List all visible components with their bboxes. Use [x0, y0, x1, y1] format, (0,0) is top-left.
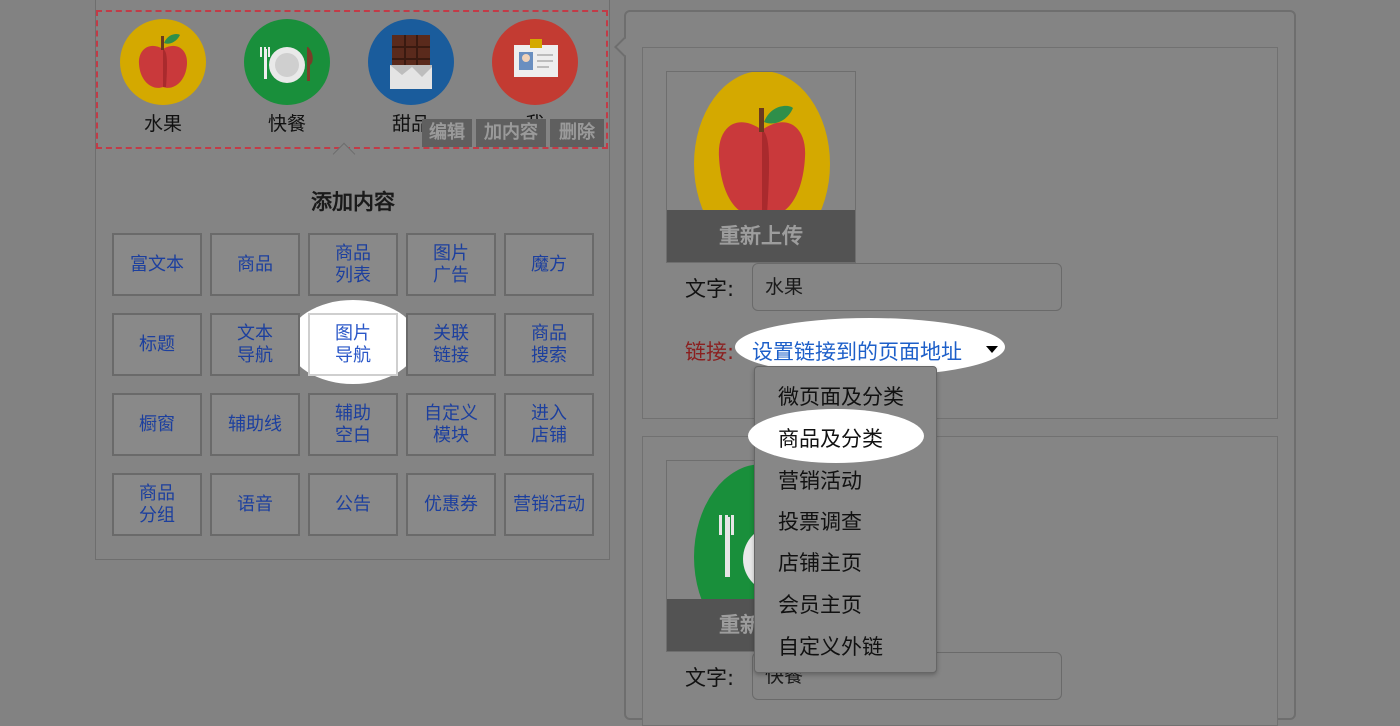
- button-label: 商品 搜索: [531, 322, 567, 366]
- add-blank-space-button[interactable]: 辅助 空白: [308, 393, 398, 456]
- button-label: 关联 链接: [433, 322, 469, 366]
- add-content-title: 添加内容: [311, 190, 395, 214]
- link-options-list: 微页面及分类 商品及分类 营销活动 投票调查 店铺主页 会员主页 自定义外链: [754, 366, 937, 673]
- menu-item-member-home[interactable]: 会员主页: [778, 589, 862, 619]
- add-heading-button[interactable]: 标题: [112, 313, 202, 376]
- edit-button[interactable]: 编辑: [422, 119, 472, 147]
- button-label: 图片 广告: [433, 242, 469, 286]
- nav-item-label: 快餐: [267, 113, 306, 135]
- apple-icon: [120, 19, 206, 105]
- button-label: 文本 导航: [237, 322, 273, 366]
- add-showcase-button[interactable]: 橱窗: [112, 393, 202, 456]
- id-badge-icon: [492, 19, 578, 105]
- button-label: 优惠券: [424, 493, 478, 515]
- menu-item-goods-category[interactable]: 商品及分类: [778, 423, 883, 453]
- text-field-label: 文字:: [685, 277, 735, 301]
- button-label: 公告: [335, 493, 371, 515]
- add-goods-search-button[interactable]: 商品 搜索: [504, 313, 594, 376]
- add-content-button[interactable]: 加内容: [476, 119, 546, 147]
- add-marketing-button[interactable]: 营销活动: [504, 473, 594, 536]
- nav-item-label: 水果: [143, 113, 182, 135]
- add-coupon-button[interactable]: 优惠券: [406, 473, 496, 536]
- add-image-nav-button[interactable]: 图片 导航: [308, 313, 398, 376]
- link-field-label: 链接:: [685, 340, 735, 364]
- add-text-nav-button[interactable]: 文本 导航: [210, 313, 300, 376]
- button-label: 橱窗: [139, 413, 175, 435]
- add-image-ad-button[interactable]: 图片 广告: [406, 233, 496, 296]
- button-label: 自定义 模块: [424, 402, 478, 446]
- button-label: 辅助线: [228, 413, 282, 435]
- button-label: 商品: [237, 253, 273, 275]
- image-upload-thumb[interactable]: 重新上传: [666, 71, 856, 263]
- text-input[interactable]: 水果: [752, 263, 1062, 311]
- button-label: 营销活动: [513, 493, 585, 515]
- button-label: 富文本: [130, 253, 184, 275]
- button-label: 商品 分组: [139, 482, 175, 526]
- add-goods-group-button[interactable]: 商品 分组: [112, 473, 202, 536]
- add-goods-list-button[interactable]: 商品 列表: [308, 233, 398, 296]
- add-guide-line-button[interactable]: 辅助线: [210, 393, 300, 456]
- button-label: 商品 列表: [335, 242, 371, 286]
- menu-item-shop-home[interactable]: 店铺主页: [778, 547, 862, 577]
- button-label: 标题: [139, 333, 175, 355]
- chocolate-icon: [368, 19, 454, 105]
- button-label: 辅助 空白: [335, 402, 371, 446]
- nav-item-fastfood[interactable]: 快餐: [242, 19, 332, 136]
- add-custom-module-button[interactable]: 自定义 模块: [406, 393, 496, 456]
- add-goods-button[interactable]: 商品: [210, 233, 300, 296]
- caret-down-icon[interactable]: [986, 346, 998, 353]
- menu-item-micro-page[interactable]: 微页面及分类: [778, 381, 904, 411]
- button-label: 语音: [237, 493, 273, 515]
- menu-item-vote-survey[interactable]: 投票调查: [778, 506, 862, 536]
- button-label: 图片 导航: [335, 322, 371, 366]
- button-label: 进入 店铺: [531, 402, 567, 446]
- add-cube-button[interactable]: 魔方: [504, 233, 594, 296]
- add-enter-shop-button[interactable]: 进入 店铺: [504, 393, 594, 456]
- delete-button[interactable]: 删除: [550, 119, 604, 147]
- image-nav-preview[interactable]: 水果 快餐 甜品 编辑 加内容 删除: [96, 10, 608, 149]
- add-related-link-button[interactable]: 关联 链接: [406, 313, 496, 376]
- nav-item-fruit[interactable]: 水果: [118, 19, 208, 136]
- reupload-button[interactable]: 重新上传: [667, 210, 855, 262]
- button-label: 魔方: [531, 253, 567, 275]
- link-select-dropdown[interactable]: 设置链接到的页面地址: [752, 336, 962, 366]
- add-notice-button[interactable]: 公告: [308, 473, 398, 536]
- menu-item-marketing[interactable]: 营销活动: [778, 465, 862, 495]
- plate-cutlery-icon: [244, 19, 330, 105]
- menu-item-custom-link[interactable]: 自定义外链: [778, 631, 883, 661]
- add-voice-button[interactable]: 语音: [210, 473, 300, 536]
- text-field-label: 文字:: [685, 666, 735, 690]
- add-rich-text-button[interactable]: 富文本: [112, 233, 202, 296]
